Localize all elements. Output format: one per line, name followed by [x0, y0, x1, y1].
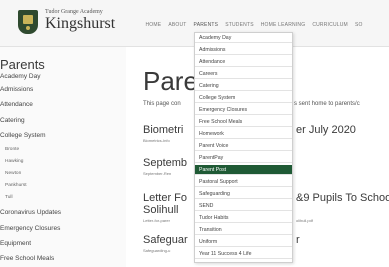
dropdown-item-transition[interactable]: Transition: [195, 225, 292, 236]
nav-students[interactable]: STUDENTS: [222, 22, 258, 28]
article-title-biometrics-tail[interactable]: er July 2020: [296, 124, 356, 136]
sidebar: [0, 47, 126, 267]
dropdown-item-tudor-habits[interactable]: Tudor Habits: [195, 213, 292, 224]
article-title-biometrics[interactable]: Biometri: [143, 124, 183, 136]
school-crest-logo[interactable]: [18, 10, 38, 34]
dropdown-item-free-school-meals[interactable]: Free School Meals: [195, 117, 292, 128]
article-meta-letter[interactable]: Letter-for-parer: [143, 218, 170, 223]
sidebar-item-catering[interactable]: Catering: [0, 117, 25, 124]
article-meta-safeguarding[interactable]: Safeguarding-u: [143, 248, 170, 253]
sidebar-item-equipment[interactable]: Equipment: [0, 240, 31, 247]
article-meta-biometrics[interactable]: Biometrics-Info: [143, 138, 170, 143]
nav-more[interactable]: SO: [351, 22, 366, 28]
dropdown-item-safeguarding[interactable]: Safeguarding: [195, 189, 292, 200]
dropdown-item-parent-voice[interactable]: Parent Voice: [195, 141, 292, 152]
sidebar-item-academy-day[interactable]: Academy Day: [0, 73, 40, 80]
dropdown-item-pastoral-support[interactable]: Pastoral Support: [195, 177, 292, 188]
sidebar-subitem-tull[interactable]: Tull: [5, 195, 13, 200]
page-title: Pare: [143, 66, 198, 96]
dropdown-item-catering[interactable]: Catering: [195, 81, 292, 92]
dropdown-item-uniform[interactable]: Uniform: [195, 237, 292, 248]
dropdown-item-emergency-closures[interactable]: Emergency Closures: [195, 105, 292, 116]
sidebar-item-emergency-closures[interactable]: Emergency Closures: [0, 225, 60, 232]
intro-text: This page con: [143, 101, 181, 107]
sidebar-subitem-pankhurst[interactable]: Pankhurst: [5, 183, 27, 188]
sidebar-subitem-bronte[interactable]: Bronte: [5, 147, 19, 152]
nav-about[interactable]: ABOUT: [165, 22, 190, 28]
sidebar-item-college-system[interactable]: College System: [0, 132, 46, 139]
dropdown-item-parentpay[interactable]: ParentPay: [195, 153, 292, 164]
dropdown-item-year-11-success[interactable]: Year 11 Success 4 Life: [195, 249, 292, 260]
dropdown-item-send[interactable]: SEND: [195, 201, 292, 212]
dropdown-item-admissions[interactable]: Admissions: [195, 45, 292, 56]
sidebar-subitem-newton[interactable]: Newton: [5, 171, 21, 176]
article-title-safeguarding[interactable]: Safeguar: [143, 234, 188, 246]
sidebar-item-admissions[interactable]: Admissions: [0, 86, 33, 93]
nav-home-learning[interactable]: HOME LEARNING: [257, 22, 309, 28]
sidebar-item-attendance[interactable]: Attendance: [0, 101, 33, 108]
main-nav: HOME ABOUT PARENTS STUDENTS HOME LEARNIN…: [142, 22, 366, 28]
dropdown-item-careers[interactable]: Careers: [195, 69, 292, 80]
sidebar-subitem-hawking[interactable]: Hawking: [5, 159, 23, 164]
nav-home[interactable]: HOME: [142, 22, 165, 28]
intro-text-tail: s sent home to parents/c: [294, 101, 360, 107]
school-name[interactable]: Kingshurst: [45, 15, 115, 33]
dropdown-item-college-system[interactable]: College System: [195, 93, 292, 104]
nav-parents[interactable]: PARENTS: [190, 22, 222, 28]
nav-curriculum[interactable]: CURRICULUM: [309, 22, 352, 28]
article-meta-september[interactable]: September-Ren: [143, 171, 171, 176]
sidebar-item-free-school-meals[interactable]: Free School Meals: [0, 255, 54, 262]
article-title-september[interactable]: Septemb: [143, 157, 187, 169]
article-meta-letter-tail[interactable]: olihull.pdf: [296, 218, 313, 223]
dropdown-item-parent-post[interactable]: Parent Post: [195, 165, 292, 176]
article-title-safeguarding-tail[interactable]: r: [296, 234, 300, 246]
article-title-letter-tail[interactable]: &9 Pupils To Schoo: [296, 192, 389, 204]
parents-dropdown-menu: Academy Day Admissions Attendance Career…: [194, 32, 293, 263]
dropdown-item-attendance[interactable]: Attendance: [195, 57, 292, 68]
dropdown-item-academy-day[interactable]: Academy Day: [195, 33, 292, 44]
article-title-letter-line2[interactable]: Solihull: [143, 204, 178, 216]
sidebar-item-coronavirus-updates[interactable]: Coronavirus Updates: [0, 209, 61, 216]
article-title-letter[interactable]: Letter Fo: [143, 192, 187, 204]
sidebar-title: Parents: [0, 57, 45, 72]
dropdown-item-homework[interactable]: Homework: [195, 129, 292, 140]
